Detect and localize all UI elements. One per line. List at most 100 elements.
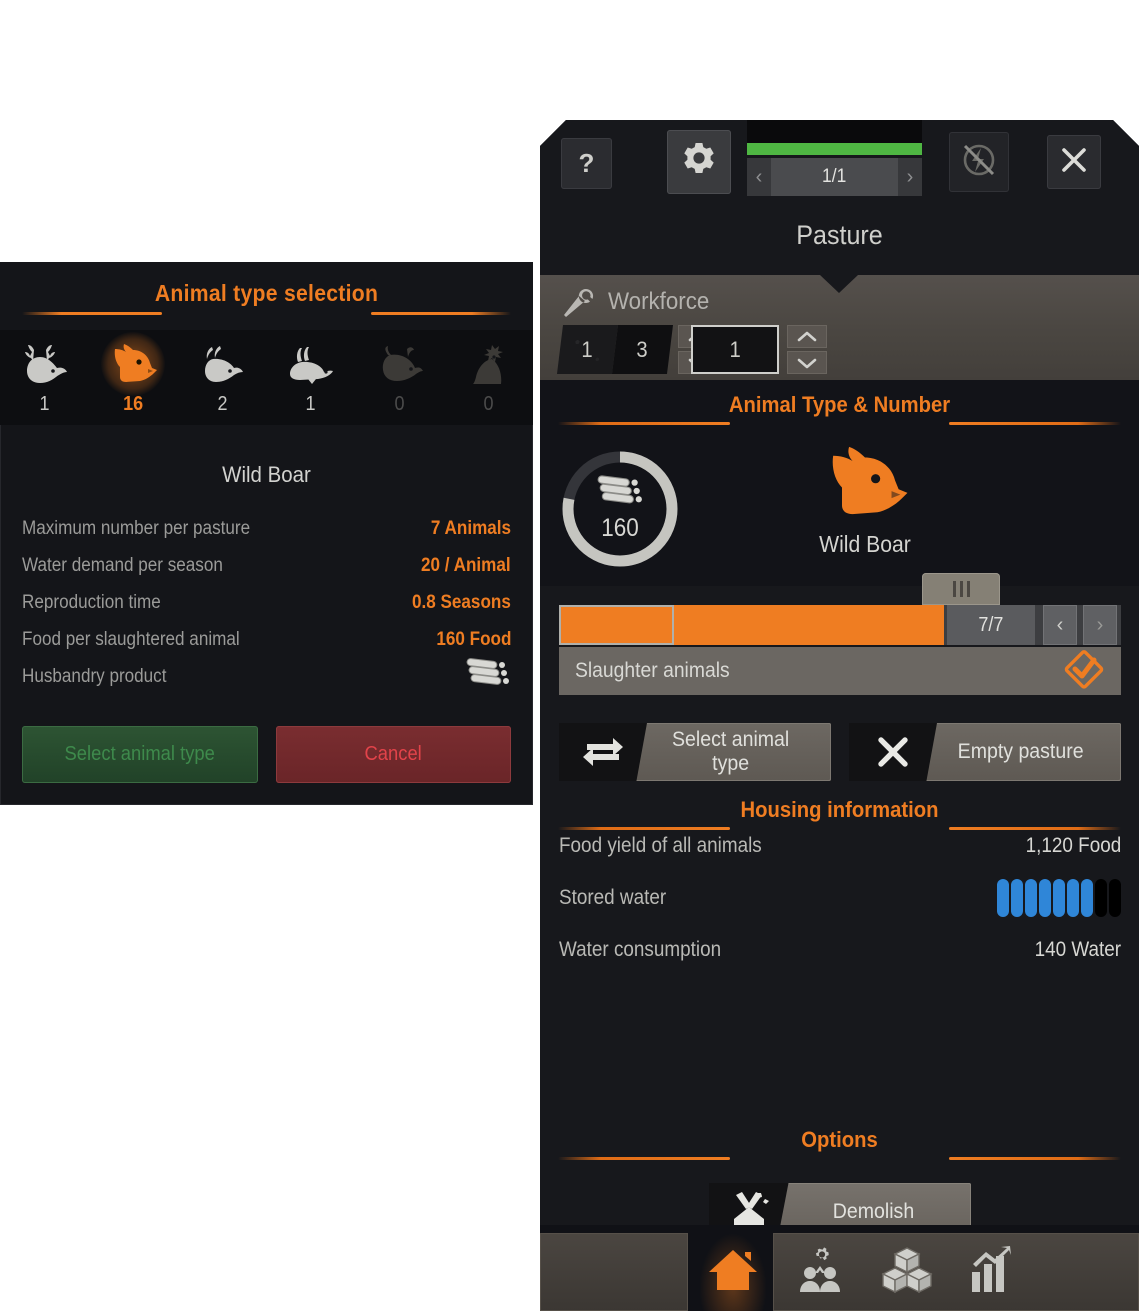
pasture-info-panel: ? ‹ 1/1 › Pasture Workforce 1 3 1 Animal… [540, 120, 1139, 1311]
animal-count: 1 [39, 393, 50, 415]
animal-option-chicken[interactable]: 0 [450, 334, 528, 422]
slaughter-animals-toggle[interactable]: Slaughter animals [559, 647, 1121, 695]
deer-icon [20, 339, 68, 391]
dialog-actions: Select animal type Cancel [22, 726, 511, 783]
stat-row: Reproduction time 0.8 Seasons [22, 584, 511, 621]
housing-label: Water consumption [559, 938, 722, 961]
boxes-icon [881, 1246, 933, 1299]
tab-home[interactable] [699, 1233, 767, 1311]
nav-counter-label: 1/1 [822, 166, 847, 187]
panel-notch [820, 275, 858, 293]
slider-handle[interactable] [922, 573, 1000, 605]
stat-row: Water demand per season 20 / Animal [22, 547, 511, 584]
food-yield-gauge: 160 [559, 448, 681, 570]
animal-option-wild-boar[interactable]: 16 [94, 331, 172, 422]
animal-option-cattle[interactable]: 0 [361, 334, 439, 422]
animal-type-list: 1 16 2 1 0 0 [0, 330, 533, 425]
wrench-icon [562, 286, 596, 325]
stat-row: Food per slaughtered animal 160 Food [22, 621, 511, 658]
nav-next-button[interactable]: › [898, 158, 922, 196]
stored-water-indicator [997, 879, 1121, 917]
panel-header: ? ‹ 1/1 › Pasture [540, 120, 1139, 275]
section-title: Options [801, 1127, 878, 1152]
housing-information-table: Food yield of all animals 1,120 Food Sto… [559, 820, 1121, 976]
settings-button[interactable] [667, 130, 731, 194]
stat-value: 7 Animals [430, 517, 511, 539]
animal-option-deer[interactable]: 1 [5, 334, 83, 422]
animal-option-goat[interactable]: 2 [183, 334, 261, 422]
divider-right [949, 1157, 1121, 1160]
page-title: Pasture [796, 220, 883, 250]
stat-row: Husbandry product [22, 658, 511, 695]
section-options: Options [540, 1115, 1139, 1171]
workforce-tile-c: 1 [691, 325, 779, 374]
gear-icon [680, 141, 718, 184]
slider-decrease-button[interactable]: ‹ [1043, 605, 1077, 645]
empty-pasture-button[interactable]: Empty pasture [849, 723, 1121, 781]
animal-count: 1 [305, 393, 316, 415]
stat-value: 20 / Animal [421, 554, 511, 576]
animal-count-slider[interactable]: 7/7 ‹ › [559, 605, 1121, 645]
divider-right [371, 312, 511, 315]
stat-label: Food per slaughtered animal [22, 628, 240, 650]
workforce-value-c: 1 [729, 336, 741, 362]
pasture-building-icon [771, 120, 899, 122]
tabbar-right-group [773, 1233, 1139, 1311]
nav-counter: 1/1 [771, 158, 898, 196]
slider-ratio-label: 7/7 [978, 613, 1004, 636]
stat-label: Maximum number per pasture [22, 517, 251, 539]
stat-label: Husbandry product [22, 665, 167, 687]
stat-label: Reproduction time [22, 591, 161, 613]
empty-pasture-label: Empty pasture [957, 740, 1084, 763]
workforce-label: Workforce [608, 288, 710, 315]
workforce-tile-a: 1 [556, 325, 619, 374]
cancel-button[interactable]: Cancel [275, 726, 511, 783]
dialog-title: Animal type selection [154, 280, 379, 306]
x-mark-icon [849, 723, 937, 781]
select-animal-type-button[interactable]: Select animal type [559, 723, 831, 781]
swap-arrows-icon [559, 723, 647, 781]
housing-row: Food yield of all animals 1,120 Food [559, 820, 1121, 872]
select-animal-type-label: Select animal type [64, 743, 215, 765]
section-animal-type: Animal Type & Number [540, 380, 1139, 436]
dialog-header: Animal type selection [0, 262, 533, 330]
boar-icon [107, 339, 159, 391]
workforce-value-a: 1 [581, 336, 594, 362]
tab-stats[interactable] [969, 1245, 1017, 1299]
animal-type-selection-dialog: Animal type selection 1 16 2 1 0 0 Wild … [0, 262, 533, 805]
tab-resources[interactable] [881, 1246, 933, 1299]
animal-count: 16 [123, 393, 144, 415]
chicken-icon [468, 339, 510, 391]
nav-prev-button[interactable]: ‹ [747, 158, 771, 196]
husbandry-product-icon [559, 474, 681, 510]
help-button[interactable]: ? [561, 138, 612, 189]
section-title: Animal Type & Number [728, 392, 951, 417]
slider-first-segment [559, 605, 674, 645]
gauge-value: 160 [601, 514, 639, 542]
slider-ratio: 7/7 [947, 605, 1035, 645]
slider-increase-button[interactable]: › [1083, 605, 1117, 645]
close-button[interactable] [1047, 135, 1101, 189]
animal-count: 0 [394, 393, 405, 415]
stat-row: Maximum number per pasture 7 Animals [22, 510, 511, 547]
slaughter-animals-label: Slaughter animals [575, 659, 730, 682]
housing-value: 1,120 Food [1025, 834, 1121, 857]
animal-option-rabbit[interactable]: 1 [272, 334, 350, 422]
tabbar-left-pad [540, 1233, 688, 1311]
screen: Animal type selection 1 16 2 1 0 0 Wild … [0, 0, 1139, 1311]
tab-people[interactable] [797, 1246, 845, 1299]
rabbit-icon [286, 339, 336, 391]
workforce-decrease-button-2[interactable] [787, 351, 827, 374]
housing-value: 140 Water [1034, 938, 1121, 961]
building-navigator: ‹ 1/1 › [747, 158, 922, 196]
animal-count: 0 [483, 393, 494, 415]
housing-label: Stored water [559, 886, 667, 909]
workforce-increase-button-2[interactable] [787, 325, 827, 348]
stat-value: 0.8 Seasons [412, 591, 511, 613]
disable-production-button[interactable] [949, 132, 1009, 192]
selected-animal-name: Wild Boar [222, 462, 311, 487]
workforce-tile-b: 3 [611, 325, 674, 374]
husbandry-product-icon [465, 657, 511, 696]
select-animal-type-button[interactable]: Select animal type [22, 726, 258, 783]
housing-row: Water consumption 140 Water [559, 924, 1121, 976]
